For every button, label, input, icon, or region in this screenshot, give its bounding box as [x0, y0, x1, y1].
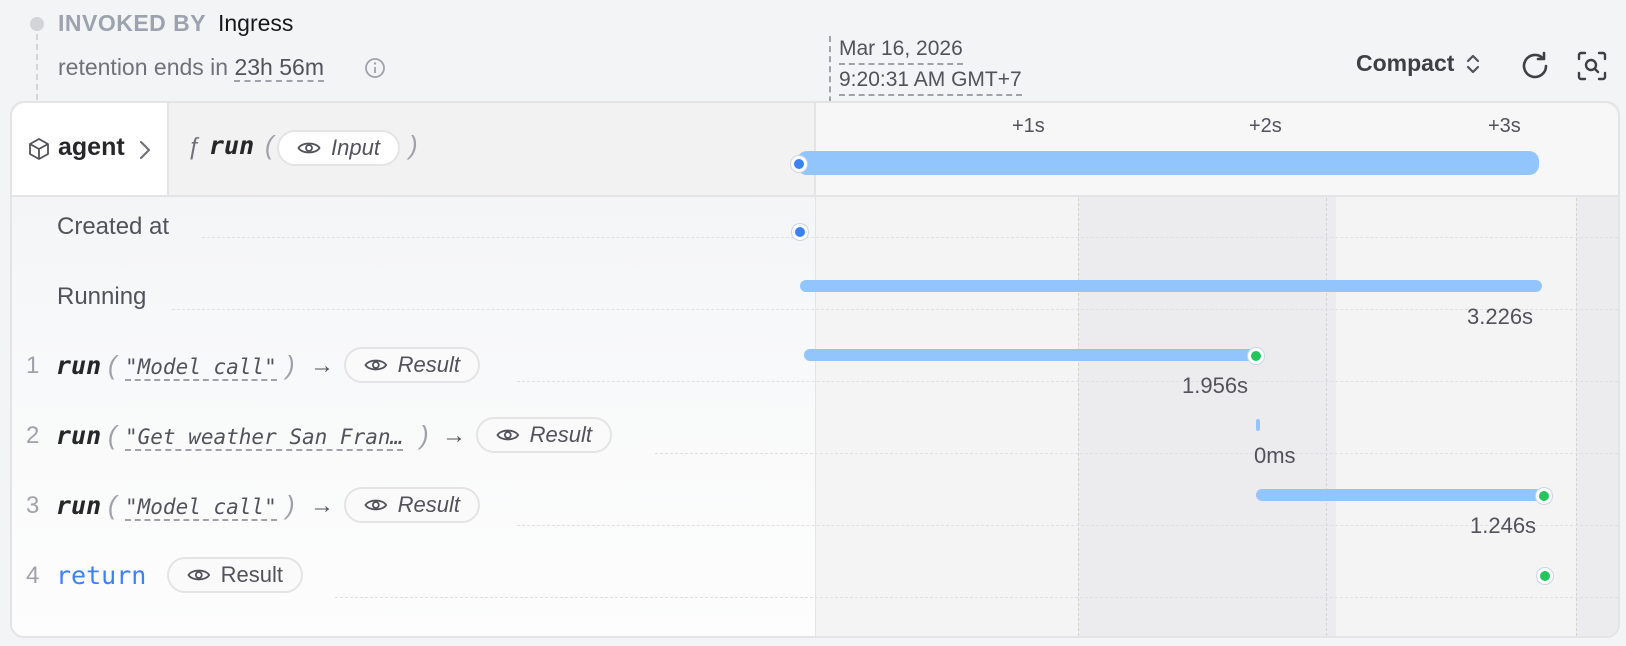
fn-symbol: ƒ — [187, 133, 201, 160]
created-at-dot[interactable] — [792, 224, 808, 240]
step-duration: 1.956s — [1182, 373, 1249, 398]
start-time: 9:20:31 AM GMT+7 — [839, 65, 1022, 96]
step-result-button[interactable]: Result — [344, 487, 480, 523]
tick-label: +2s — [1249, 115, 1282, 137]
paren-open: ( — [265, 130, 274, 160]
step-bar[interactable] — [1256, 489, 1542, 501]
handler-cell: ƒ run ( Input ) — [169, 103, 816, 195]
paren-open: ( — [108, 490, 117, 520]
arrow-right-icon: → — [310, 352, 334, 379]
step-name: run — [56, 491, 102, 520]
tick-label: +3s — [1488, 115, 1521, 137]
result-label: Result — [397, 352, 460, 377]
running-bar[interactable] — [800, 280, 1542, 292]
service-name: agent — [58, 133, 125, 161]
view-mode-select[interactable]: Compact — [1356, 50, 1482, 77]
created-at-label: Created at — [57, 213, 170, 240]
cube-icon — [29, 138, 49, 160]
result-label: Result — [220, 562, 283, 587]
running-label: Running — [57, 283, 147, 310]
view-mode-label: Compact — [1356, 50, 1455, 76]
arrow-right-icon: → — [310, 492, 334, 519]
paren-open: ( — [108, 420, 117, 450]
chevron-right-icon — [139, 140, 151, 160]
invocation-bar[interactable] — [797, 151, 1539, 175]
target-row: agent ƒ run ( Input ) +1s +2s +3s — [12, 103, 1618, 197]
step-number: 4 — [26, 562, 40, 589]
service-cell[interactable]: agent — [12, 103, 169, 195]
retention-text: retention ends in 23h 56m — [58, 54, 324, 82]
eye-icon — [364, 359, 388, 371]
row-guide — [335, 597, 1618, 598]
retention-prefix: retention ends in — [58, 54, 229, 80]
handler-name: run — [209, 131, 255, 160]
step-argument[interactable]: "Model call" — [125, 355, 277, 381]
eye-icon — [496, 429, 520, 441]
input-button[interactable]: Input — [277, 130, 400, 166]
arrow-right-icon: → — [442, 422, 466, 449]
step-name: run — [56, 351, 102, 380]
invocation-start-dot — [791, 156, 807, 172]
start-timestamp[interactable]: Mar 16, 2026 9:20:31 AM GMT+7 — [839, 34, 1022, 96]
step-number: 3 — [26, 492, 40, 519]
step-duration: 0ms — [1254, 443, 1296, 468]
row-guide — [517, 525, 1618, 526]
step-number: 2 — [26, 422, 40, 449]
row-guide — [202, 237, 1618, 238]
timeline-origin-dot — [30, 17, 44, 31]
row-guide — [517, 381, 1618, 382]
invocation-card: agent ƒ run ( Input ) +1s +2s +3s Create… — [10, 101, 1620, 638]
step-result-button[interactable]: Result — [344, 347, 480, 383]
step-result-button[interactable]: Result — [476, 417, 612, 453]
eye-icon — [187, 569, 211, 581]
step-duration: 1.246s — [1470, 513, 1537, 538]
return-keyword: return — [56, 561, 147, 590]
step-name: run — [56, 421, 102, 450]
step-argument[interactable]: "Model call" — [125, 495, 277, 521]
eye-icon — [364, 499, 388, 511]
paren-open: ( — [108, 350, 117, 380]
result-label: Result — [529, 422, 592, 447]
start-date: Mar 16, 2026 — [839, 34, 963, 65]
step-argument[interactable]: "Get weather San Fran… — [125, 425, 404, 451]
step-end-dot — [1536, 488, 1552, 504]
step-bar[interactable] — [804, 349, 1256, 361]
invoked-by-label: INVOKED BY — [58, 10, 207, 36]
paren-close: ) — [409, 130, 418, 160]
paren-close: ) — [286, 350, 295, 380]
zoom-fit-icon[interactable] — [1575, 49, 1609, 83]
paren-close: ) — [420, 420, 429, 450]
return-dot[interactable] — [1537, 568, 1553, 584]
input-label: Input — [331, 135, 380, 160]
invoked-by-value: Ingress — [218, 10, 294, 36]
row-guide — [655, 453, 1618, 454]
step-bar[interactable] — [1256, 419, 1260, 431]
result-label: Result — [397, 492, 460, 517]
return-result-button[interactable]: Result — [167, 557, 303, 593]
paren-close: ) — [286, 490, 295, 520]
tick-label: +1s — [1012, 115, 1045, 137]
row-guide — [172, 309, 1618, 310]
refresh-icon[interactable] — [1518, 49, 1552, 83]
running-duration: 3.226s — [1467, 304, 1534, 329]
timeline-origin-line — [36, 34, 38, 100]
info-icon[interactable] — [364, 57, 386, 79]
chevron-up-down-icon — [1467, 54, 1480, 73]
eye-icon — [297, 142, 321, 154]
step-number: 1 — [26, 352, 40, 379]
retention-value[interactable]: 23h 56m — [234, 54, 324, 82]
step-end-dot — [1248, 348, 1264, 364]
